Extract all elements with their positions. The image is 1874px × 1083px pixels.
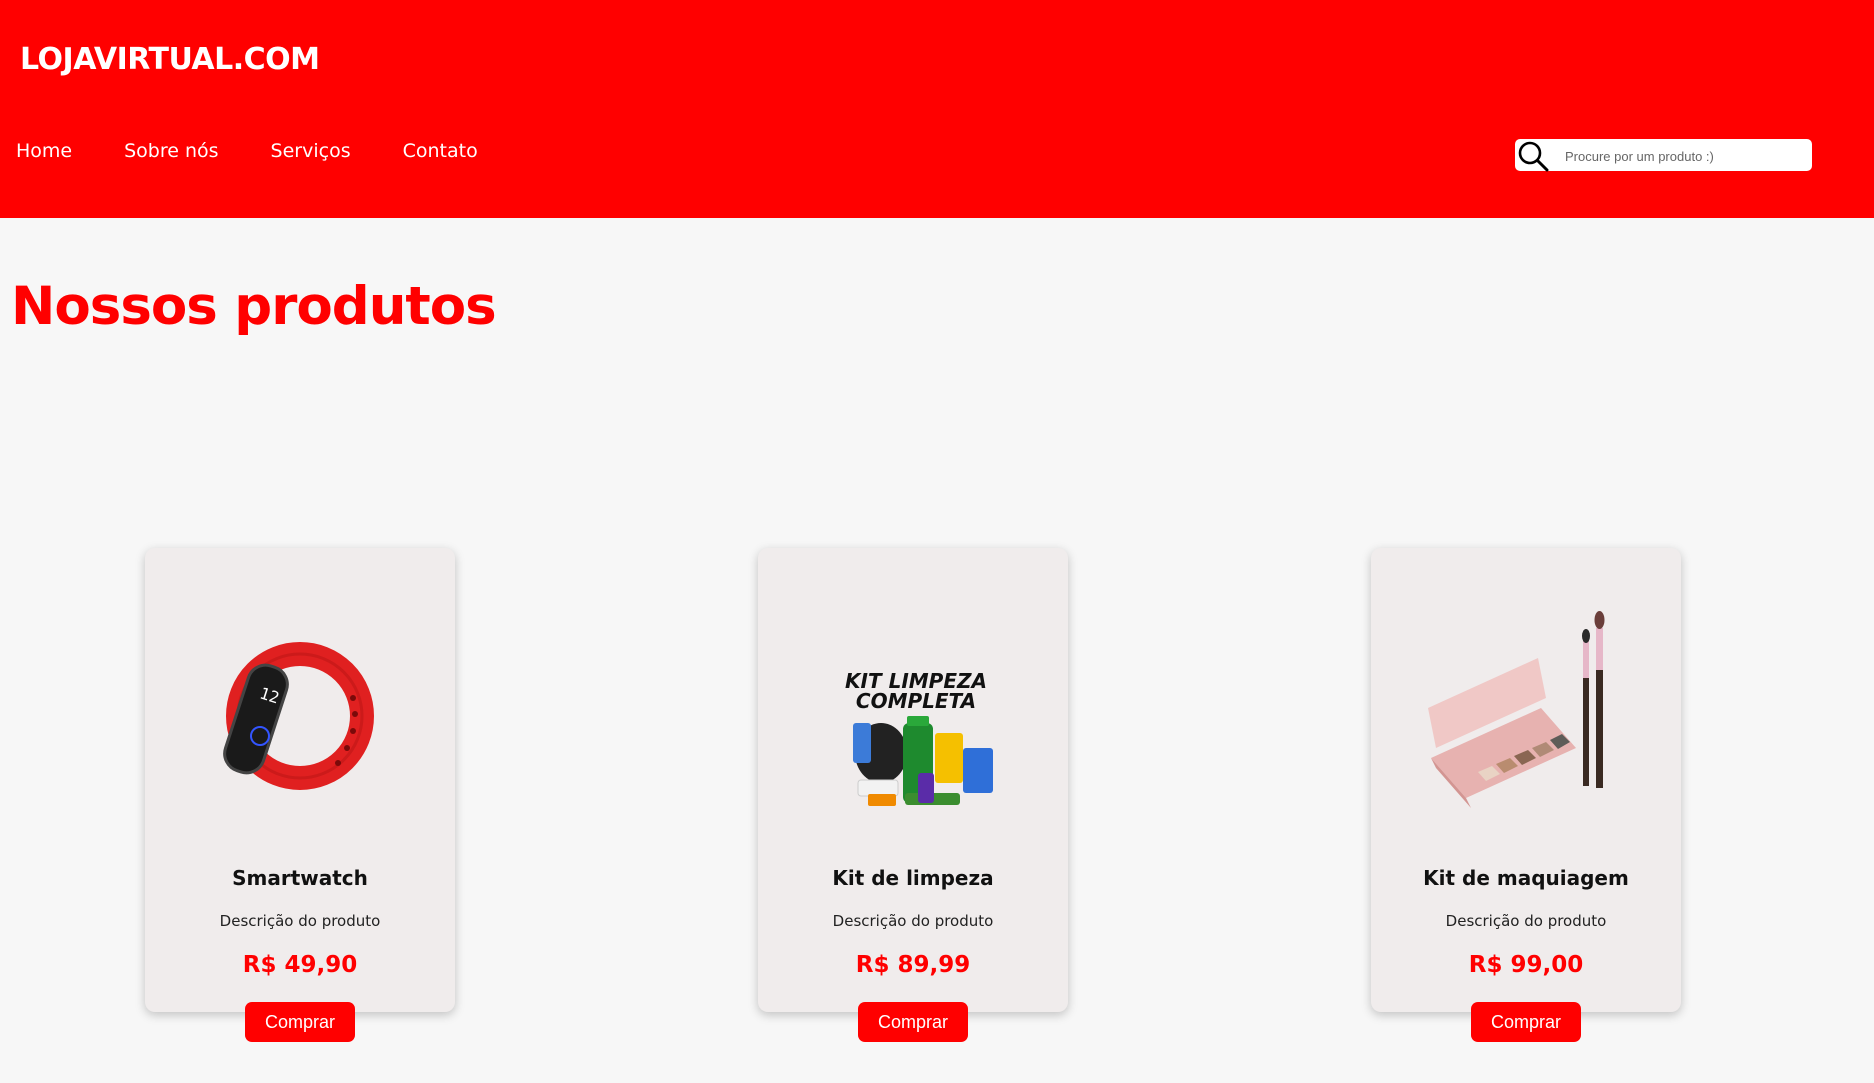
search-input[interactable] <box>1563 143 1807 169</box>
product-description: Descrição do produto <box>219 912 381 930</box>
site-logo[interactable]: LOJAVIRTUAL.COM <box>20 42 320 77</box>
product-description: Descrição do produto <box>832 912 994 930</box>
smartwatch-image: 12 <box>223 642 374 790</box>
product-name: Smartwatch <box>232 866 368 890</box>
site-header: LOJAVIRTUAL.COM Home Sobre nós Serviços … <box>0 0 1874 218</box>
cleaning-kit-image: KIT LIMPEZA COMPLETA <box>845 669 993 806</box>
nav-servicos[interactable]: Serviços <box>271 140 351 162</box>
nav-home[interactable]: Home <box>16 140 72 162</box>
search-bar <box>1515 139 1812 172</box>
buy-button-smartwatch[interactable]: Comprar <box>245 1002 355 1042</box>
nav-sobre-nos[interactable]: Sobre nós <box>124 140 218 162</box>
product-price: R$ 89,99 <box>855 952 971 978</box>
product-card-smartwatch: 12 Smartwatch Descrição do produto R$ 49… <box>145 548 455 1012</box>
search-icon[interactable] <box>1517 140 1549 172</box>
kit-image-line-2: COMPLETA <box>856 689 976 713</box>
makeup-kit-image <box>1428 611 1605 808</box>
product-name: Kit de maquiagem <box>1423 866 1629 890</box>
buy-button-kit-limpeza[interactable]: Comprar <box>858 1002 968 1042</box>
product-description: Descrição do produto <box>1445 912 1607 930</box>
product-name: Kit de limpeza <box>832 866 994 890</box>
product-card-kit-maquiagem: Kit de maquiagem Descrição do produto R$… <box>1371 548 1681 1012</box>
nav-contato[interactable]: Contato <box>403 140 478 162</box>
main-nav: Home Sobre nós Serviços Contato <box>16 140 530 162</box>
buy-button-kit-maquiagem[interactable]: Comprar <box>1471 1002 1581 1042</box>
product-card-kit-limpeza: KIT LIMPEZA COMPLETA Kit de limpeza Desc… <box>758 548 1068 1012</box>
product-price: R$ 99,00 <box>1468 952 1584 978</box>
page-title: Nossos produtos <box>11 276 497 337</box>
product-price: R$ 49,90 <box>242 952 358 978</box>
